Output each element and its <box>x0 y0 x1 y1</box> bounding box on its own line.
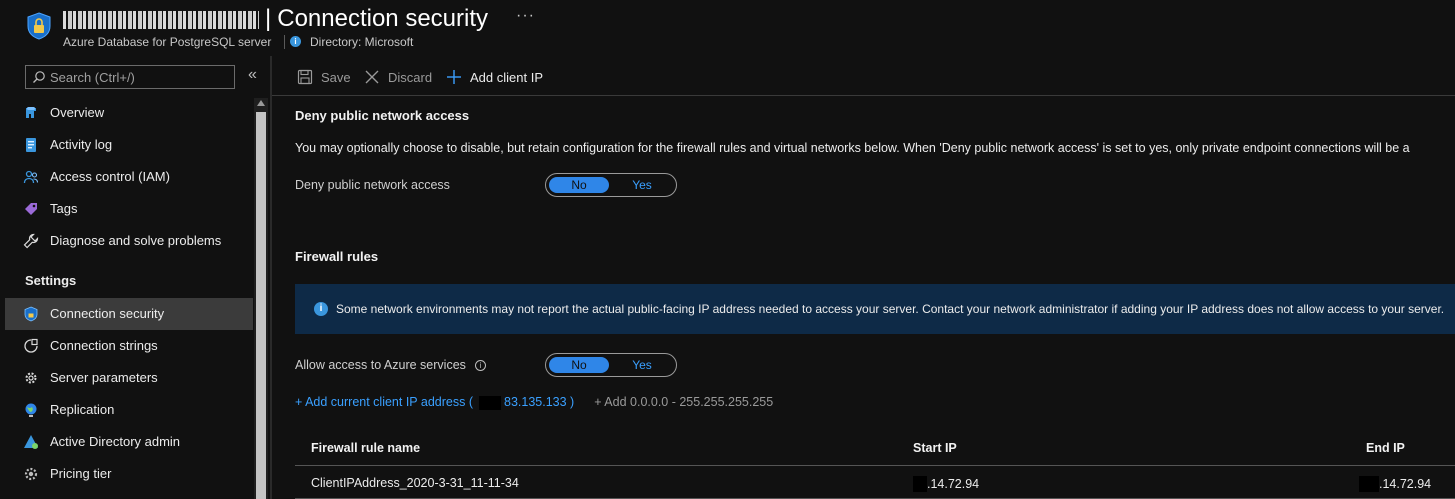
rule-name-cell[interactable]: ClientIPAddress_2020-3-31_11-11-34 <box>311 476 519 490</box>
save-label: Save <box>321 69 351 85</box>
sidebar-item-label: Connection strings <box>50 338 158 353</box>
add-client-ip-label: Add client IP <box>470 69 543 85</box>
save-icon <box>297 69 313 85</box>
redacted-block <box>1359 476 1379 492</box>
deny-public-description: You may optionally choose to disable, bu… <box>295 141 1410 155</box>
title-separator: | <box>265 5 272 32</box>
end-ip-cell[interactable]: .14.72.94 <box>1359 476 1431 492</box>
deny-public-toggle-no[interactable]: No <box>549 177 609 193</box>
add-current-ip: 83.135.133 <box>504 395 567 409</box>
info-tooltip-icon[interactable]: i <box>474 359 486 371</box>
resource-type: Azure Database for PostgreSQL server <box>63 35 272 49</box>
sidebar-item-label: Overview <box>50 105 105 120</box>
page-header: | Connection security ··· Azure Database… <box>0 0 1455 56</box>
add-client-ip-button[interactable]: Add client IP <box>446 68 543 86</box>
scroll-up-arrow-icon[interactable] <box>257 100 265 106</box>
sidebar-item-pricing-tier[interactable]: Pricing tier <box>5 458 253 490</box>
sidebar-item-active-directory-admin[interactable]: Active Directory admin <box>5 426 253 458</box>
allow-azure-text: Allow access to Azure services <box>295 358 466 372</box>
start-ip-cell[interactable]: .14.72.94 <box>913 476 979 492</box>
add-ip-links: + Add current client IP address ( 83.135.… <box>295 395 773 410</box>
sidebar-item-label: Activity log <box>50 137 113 152</box>
tag-icon <box>25 203 37 215</box>
allow-azure-toggle-yes[interactable]: Yes <box>612 357 672 373</box>
gear-icon <box>25 372 37 384</box>
add-all-ips-link[interactable]: + Add 0.0.0.0 - 255.255.255.255 <box>594 395 773 409</box>
allow-azure-toggle-no[interactable]: No <box>549 357 609 373</box>
redacted-block <box>479 395 501 410</box>
add-current-suffix: ) <box>570 395 575 409</box>
search-icon <box>33 71 45 83</box>
table-header-row: Firewall rule name Start IP End IP <box>295 430 1455 466</box>
info-banner: i Some network environments may not repo… <box>295 284 1455 334</box>
info-banner-text: Some network environments may not report… <box>336 302 1445 316</box>
sidebar-item-diagnose[interactable]: Diagnose and solve problems <box>5 225 253 257</box>
sidebar-item-access-control[interactable]: Access control (IAM) <box>5 161 253 193</box>
sidebar-item-connection-security[interactable]: Connection security <box>5 298 253 330</box>
scrollbar-thumb[interactable] <box>256 112 266 499</box>
section-settings: Settings <box>25 273 77 288</box>
command-bar: Save Discard Add client IP <box>272 56 1455 96</box>
add-current-client-ip-link[interactable]: + Add current client IP address ( 83.135.… <box>295 395 574 410</box>
plug-icon <box>24 338 38 353</box>
sidebar-item-overview[interactable]: Overview <box>5 97 253 129</box>
more-options-button[interactable]: ··· <box>516 7 535 25</box>
sidebar-item-label: Tags <box>50 201 78 216</box>
discard-label: Discard <box>388 69 433 85</box>
page-title: Connection security <box>277 5 489 32</box>
table-row[interactable]: ClientIPAddress_2020-3-31_11-11-34 .14.7… <box>295 467 1455 499</box>
deny-public-toggle[interactable]: No Yes <box>545 173 677 197</box>
close-icon <box>365 70 379 84</box>
sidebar-scrollbar[interactable] <box>254 98 268 499</box>
allow-azure-label: Allow access to Azure services i <box>295 358 486 372</box>
info-icon: i <box>290 36 301 47</box>
sidebar-item-label: Connection security <box>50 306 165 321</box>
ad-admin-icon <box>24 435 38 449</box>
deny-public-heading: Deny public network access <box>295 108 470 123</box>
start-ip-value: .14.72.94 <box>927 477 980 491</box>
search-input[interactable] <box>50 67 230 87</box>
sidebar-item-label: Access control (IAM) <box>50 169 170 184</box>
column-header-rule-name: Firewall rule name <box>311 441 421 455</box>
add-current-prefix: + Add current client IP address ( <box>295 395 473 409</box>
sidebar-item-replication[interactable]: Replication <box>5 394 253 426</box>
resource-menu: « Overview Activity log Access control (… <box>0 56 270 499</box>
wrench-icon <box>23 233 39 249</box>
activity-log-icon <box>26 138 36 152</box>
deny-public-field-label: Deny public network access <box>295 178 450 192</box>
subtitle-divider <box>284 35 285 49</box>
allow-azure-toggle[interactable]: No Yes <box>545 353 677 377</box>
info-icon: i <box>314 302 328 316</box>
sidebar-item-label: Server parameters <box>50 370 158 385</box>
sidebar-item-label: Replication <box>50 402 115 417</box>
save-button[interactable]: Save <box>297 68 351 86</box>
menu-search[interactable] <box>25 65 235 89</box>
sidebar-item-label: Pricing tier <box>50 466 112 481</box>
people-icon <box>23 170 39 184</box>
discard-button[interactable]: Discard <box>364 68 432 86</box>
collapse-menu-button[interactable]: « <box>248 66 257 84</box>
main-content: Deny public network access You may optio… <box>272 97 1455 499</box>
plus-icon <box>447 70 461 84</box>
shield-icon <box>24 306 38 322</box>
firewall-rules-heading: Firewall rules <box>295 249 379 264</box>
sidebar-item-label: Active Directory admin <box>50 434 181 449</box>
column-header-start-ip: Start IP <box>913 441 957 455</box>
resource-name-redacted <box>63 7 259 31</box>
deny-public-toggle-yes[interactable]: Yes <box>612 177 672 193</box>
pricing-gear-icon <box>24 467 38 481</box>
globe-icon <box>25 403 37 417</box>
sidebar-item-tags[interactable]: Tags <box>5 193 253 225</box>
redacted-block <box>913 476 927 492</box>
sidebar-item-activity-log[interactable]: Activity log <box>5 129 253 161</box>
sidebar-item-label: Diagnose and solve problems <box>50 233 222 248</box>
sidebar-item-server-parameters[interactable]: Server parameters <box>5 362 253 394</box>
column-header-end-ip: End IP <box>1366 441 1405 455</box>
postgres-elephant-icon <box>26 107 36 118</box>
directory-label: Directory: Microsoft <box>310 35 414 49</box>
end-ip-value: .14.72.94 <box>1379 477 1432 491</box>
postgres-server-shield-icon <box>27 12 51 40</box>
sidebar-item-connection-strings[interactable]: Connection strings <box>5 330 253 362</box>
